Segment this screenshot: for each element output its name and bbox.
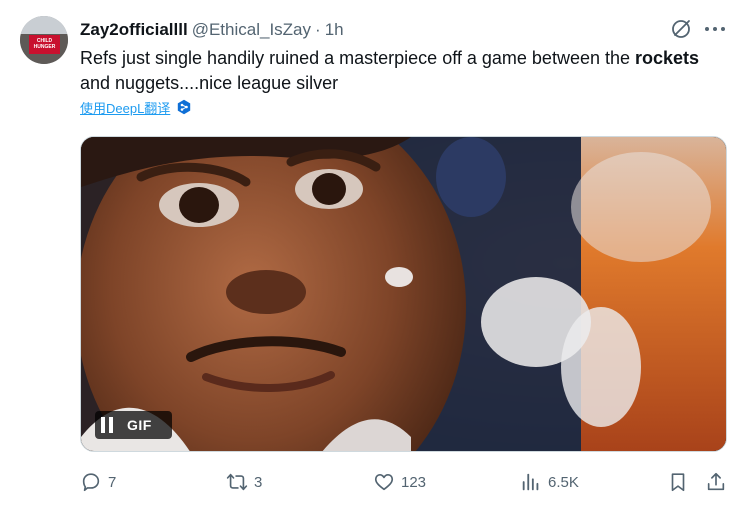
display-name[interactable]: Zay2officiallll xyxy=(80,20,188,40)
views-icon xyxy=(522,473,539,491)
pause-icon[interactable] xyxy=(101,417,115,433)
tweet-text: Refs just single handily ruined a master… xyxy=(80,46,720,96)
deepl-icon[interactable] xyxy=(176,99,192,115)
more-icon[interactable] xyxy=(702,18,728,40)
tweet-text-bold: rockets xyxy=(635,48,700,68)
action-bar: 7 3 123 6.5K xyxy=(80,470,730,494)
separator-dot: · xyxy=(315,20,321,39)
repost-button[interactable]: 3 xyxy=(226,470,262,494)
avatar-banner: CHILD HUNGER xyxy=(29,35,60,54)
media-gif[interactable]: GIF xyxy=(80,136,727,452)
translate-link[interactable]: 使用DeepL翻译 xyxy=(80,98,170,117)
user-handle[interactable]: @Ethical_IsZay xyxy=(192,20,311,40)
gif-frame xyxy=(81,137,726,451)
timestamp[interactable]: 1h xyxy=(325,20,344,40)
repost-icon xyxy=(226,473,248,491)
like-count: 123 xyxy=(401,473,427,491)
grok-icon[interactable] xyxy=(670,18,692,40)
reply-icon xyxy=(82,473,100,492)
translate-row: 使用DeepL翻译 xyxy=(80,97,192,117)
gif-badge[interactable]: GIF xyxy=(95,411,172,439)
avatar[interactable]: CHILD HUNGER xyxy=(20,16,68,64)
gif-label: GIF xyxy=(127,417,152,433)
like-button[interactable]: 123 xyxy=(373,470,426,494)
share-icon xyxy=(707,472,725,491)
heart-icon xyxy=(374,474,394,491)
share-button[interactable] xyxy=(705,470,727,494)
bookmark-icon xyxy=(671,473,685,492)
views-count: 6.5K xyxy=(548,473,579,491)
views-button[interactable]: 6.5K xyxy=(520,470,579,494)
reply-count: 7 xyxy=(108,473,117,491)
tweet-header: Zay2officiallll @Ethical_IsZay · 1h xyxy=(80,19,344,41)
tweet-text-part-2: and nuggets....nice league silver xyxy=(80,73,339,93)
bookmark-button[interactable] xyxy=(667,470,689,494)
repost-count: 3 xyxy=(254,473,263,491)
reply-button[interactable]: 7 xyxy=(80,470,116,494)
tweet-text-part-1: Refs just single handily ruined a master… xyxy=(80,48,635,68)
